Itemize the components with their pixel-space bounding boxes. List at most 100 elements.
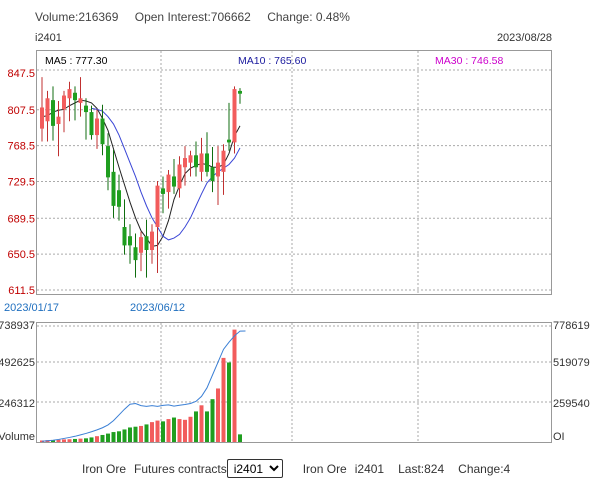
price-tick-label: 611.5 bbox=[8, 285, 35, 297]
product-label: Iron Ore bbox=[82, 461, 127, 476]
volume-bar bbox=[227, 362, 231, 442]
volume-bar bbox=[128, 427, 132, 442]
candle-down bbox=[210, 167, 215, 182]
volume-bar bbox=[232, 329, 237, 442]
volume-bar bbox=[100, 434, 105, 442]
candle-up bbox=[177, 164, 182, 189]
candle-up bbox=[45, 98, 50, 122]
volume-bar bbox=[183, 419, 187, 442]
candle-down bbox=[122, 227, 127, 246]
candle-down bbox=[133, 247, 138, 261]
volume-bar bbox=[144, 424, 149, 442]
candle-up bbox=[188, 155, 193, 163]
candle-down bbox=[117, 190, 121, 207]
volume-bar bbox=[139, 425, 143, 442]
candle-down bbox=[100, 118, 105, 145]
vol-left-tick-1: 738937 bbox=[0, 320, 35, 332]
info-product: Iron Ore bbox=[302, 461, 347, 476]
candle-down bbox=[161, 188, 165, 194]
last-price: Last:824 bbox=[398, 461, 445, 476]
volume-bar bbox=[205, 411, 209, 442]
volume-bar bbox=[199, 405, 204, 442]
volume-bar bbox=[133, 426, 138, 442]
volume-bar bbox=[84, 438, 88, 442]
volume-bar bbox=[73, 438, 77, 442]
candle-up bbox=[155, 185, 160, 228]
change-value: Change:4 bbox=[458, 461, 511, 476]
volume-bar bbox=[161, 421, 165, 442]
volume-bar bbox=[177, 419, 182, 442]
candle-down bbox=[106, 146, 110, 178]
price-tick-label: 729.5 bbox=[7, 177, 35, 189]
candle-down bbox=[194, 155, 198, 168]
candle-down bbox=[144, 236, 149, 251]
candle-up bbox=[221, 150, 226, 172]
volume-bar bbox=[150, 422, 154, 442]
ma10-legend: MA10 : 765.60 bbox=[238, 55, 306, 67]
candle-up bbox=[166, 174, 171, 193]
futures-label: Futures contracts bbox=[134, 461, 227, 476]
volume-bar bbox=[95, 436, 99, 442]
volume-bar bbox=[210, 399, 215, 442]
contract-select[interactable]: i2401 bbox=[226, 459, 283, 478]
candle-up bbox=[150, 231, 154, 251]
volume-bar bbox=[106, 433, 110, 442]
volume-bar bbox=[111, 432, 116, 442]
candle-up bbox=[199, 153, 204, 172]
price-tick-label: 689.5 bbox=[7, 213, 35, 225]
vol-left-label: Volume bbox=[0, 431, 35, 443]
volume-bar bbox=[172, 417, 176, 442]
vol-left-tick-2: 492625 bbox=[0, 357, 35, 369]
volume-bar bbox=[221, 357, 226, 442]
volume-bar bbox=[216, 388, 220, 442]
candle-down bbox=[128, 236, 132, 246]
date-tick-mid: 2023/06/12 bbox=[130, 302, 185, 314]
candle-down bbox=[172, 176, 176, 187]
candle-down bbox=[51, 100, 55, 126]
oi-right-tick-1: 778619 bbox=[553, 320, 590, 332]
candle-up bbox=[183, 158, 187, 168]
price-tick-label: 650.5 bbox=[7, 249, 35, 261]
info-contract: i2401 bbox=[354, 461, 385, 476]
ma5-legend: MA5 : 777.30 bbox=[45, 55, 108, 67]
oi-right-tick-2: 519079 bbox=[553, 357, 590, 369]
volume-bar bbox=[194, 411, 198, 442]
candle-up bbox=[232, 89, 237, 143]
candle-up bbox=[62, 95, 66, 110]
oi-right-label: OI bbox=[553, 431, 565, 443]
oi-right-tick-3: 259540 bbox=[553, 398, 590, 410]
candle-down bbox=[73, 92, 77, 101]
candle-down bbox=[205, 153, 209, 172]
volume-bar bbox=[188, 416, 193, 442]
candle-down bbox=[89, 112, 94, 136]
candle-up bbox=[67, 89, 72, 99]
price-axis: 847.5 807.5 768.5 729.5 689.5 650.5 611.5 bbox=[7, 68, 35, 297]
date-tick-start: 2023/01/17 bbox=[4, 302, 59, 314]
candle-down bbox=[111, 171, 116, 206]
volume-bar bbox=[238, 434, 242, 442]
price-tick-label: 807.5 bbox=[7, 105, 35, 117]
price-tick-label: 768.5 bbox=[7, 141, 35, 153]
volume-bar bbox=[122, 429, 127, 442]
candle-down bbox=[227, 139, 231, 143]
footer-bar: Iron Ore Futures contracts i2401 Iron Or… bbox=[82, 459, 510, 478]
volume-bar bbox=[78, 438, 83, 442]
candle-up bbox=[40, 107, 44, 129]
candle-down bbox=[84, 105, 88, 113]
volume-bar bbox=[166, 419, 171, 442]
price-tick-label: 847.5 bbox=[7, 68, 35, 80]
volume-bar bbox=[62, 439, 66, 442]
chart-canvas: MA5 : 777.30 MA10 : 765.60 MA30 : 746.58… bbox=[0, 50, 590, 443]
ma30-legend: MA30 : 746.58 bbox=[435, 55, 503, 67]
volume-bar bbox=[155, 420, 160, 442]
vol-left-tick-3: 246312 bbox=[0, 398, 35, 410]
candle-up bbox=[139, 237, 143, 253]
candle-down bbox=[238, 90, 242, 94]
candle-up bbox=[56, 116, 61, 125]
volume-bar bbox=[67, 439, 72, 442]
volume-bar bbox=[117, 431, 121, 442]
candle-up bbox=[95, 118, 99, 136]
candle-up bbox=[78, 98, 83, 103]
candle-up bbox=[216, 162, 220, 177]
volume-panel-frame bbox=[36, 322, 552, 443]
